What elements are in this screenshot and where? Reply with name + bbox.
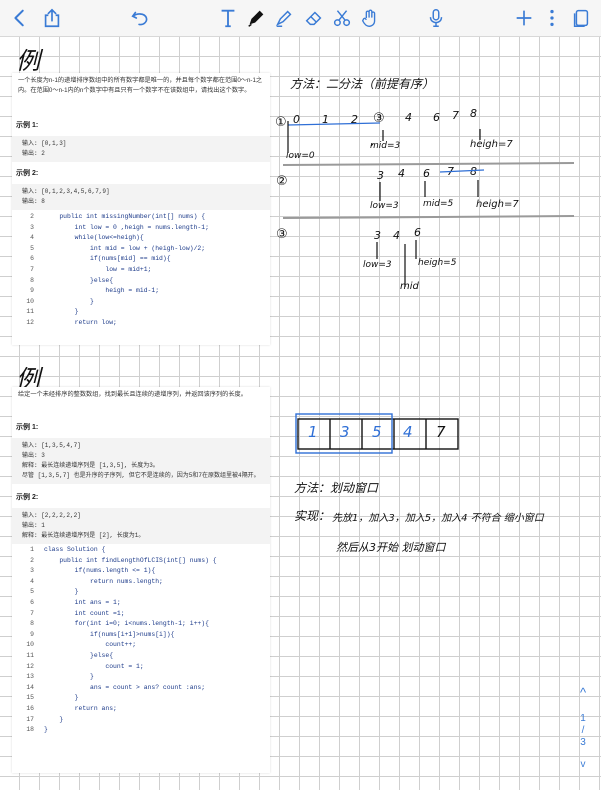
microphone-icon[interactable] xyxy=(424,6,448,30)
current-page: 1 xyxy=(580,713,586,724)
highlighter-icon[interactable] xyxy=(272,6,296,30)
page-down-button[interactable]: v xyxy=(574,759,592,770)
text-tool-icon[interactable] xyxy=(216,6,240,30)
window-cell: 4 xyxy=(403,423,413,441)
notes2-impl: 先放1，加入3，加入5，加入4 不符合 缩小窗口 xyxy=(332,513,544,524)
share-icon[interactable] xyxy=(40,6,64,30)
window-cell: 7 xyxy=(436,423,446,441)
window-cell: 1 xyxy=(308,423,318,441)
window-cell: 3 xyxy=(340,423,350,441)
add-icon[interactable] xyxy=(512,6,536,30)
notes2-then: 然后从3开始 划动窗口 xyxy=(336,541,446,554)
page-separator: / xyxy=(581,725,585,736)
notes2-impl-label: 实现： xyxy=(294,509,331,523)
more-icon[interactable] xyxy=(540,6,564,30)
pen-icon[interactable] xyxy=(244,6,268,30)
window-cell: 5 xyxy=(372,423,382,441)
toolbar xyxy=(0,0,601,37)
lasso-icon[interactable] xyxy=(330,6,354,30)
total-pages: 3 xyxy=(580,737,586,748)
back-chevron-icon[interactable] xyxy=(8,6,32,30)
pages-icon[interactable] xyxy=(569,6,593,30)
eraser-icon[interactable] xyxy=(302,6,326,30)
notebook-page[interactable]: 例 一个长度为n-1的递增排序数组中的所有数字都是唯一的，并且每个数字都在范围0… xyxy=(0,37,601,790)
notes2-method: 方法：划动窗口 xyxy=(294,481,379,495)
page-up-button[interactable]: ^ xyxy=(574,685,592,700)
notes2-strokes xyxy=(295,413,459,454)
undo-icon[interactable] xyxy=(128,6,152,30)
hand-icon[interactable] xyxy=(358,6,382,30)
